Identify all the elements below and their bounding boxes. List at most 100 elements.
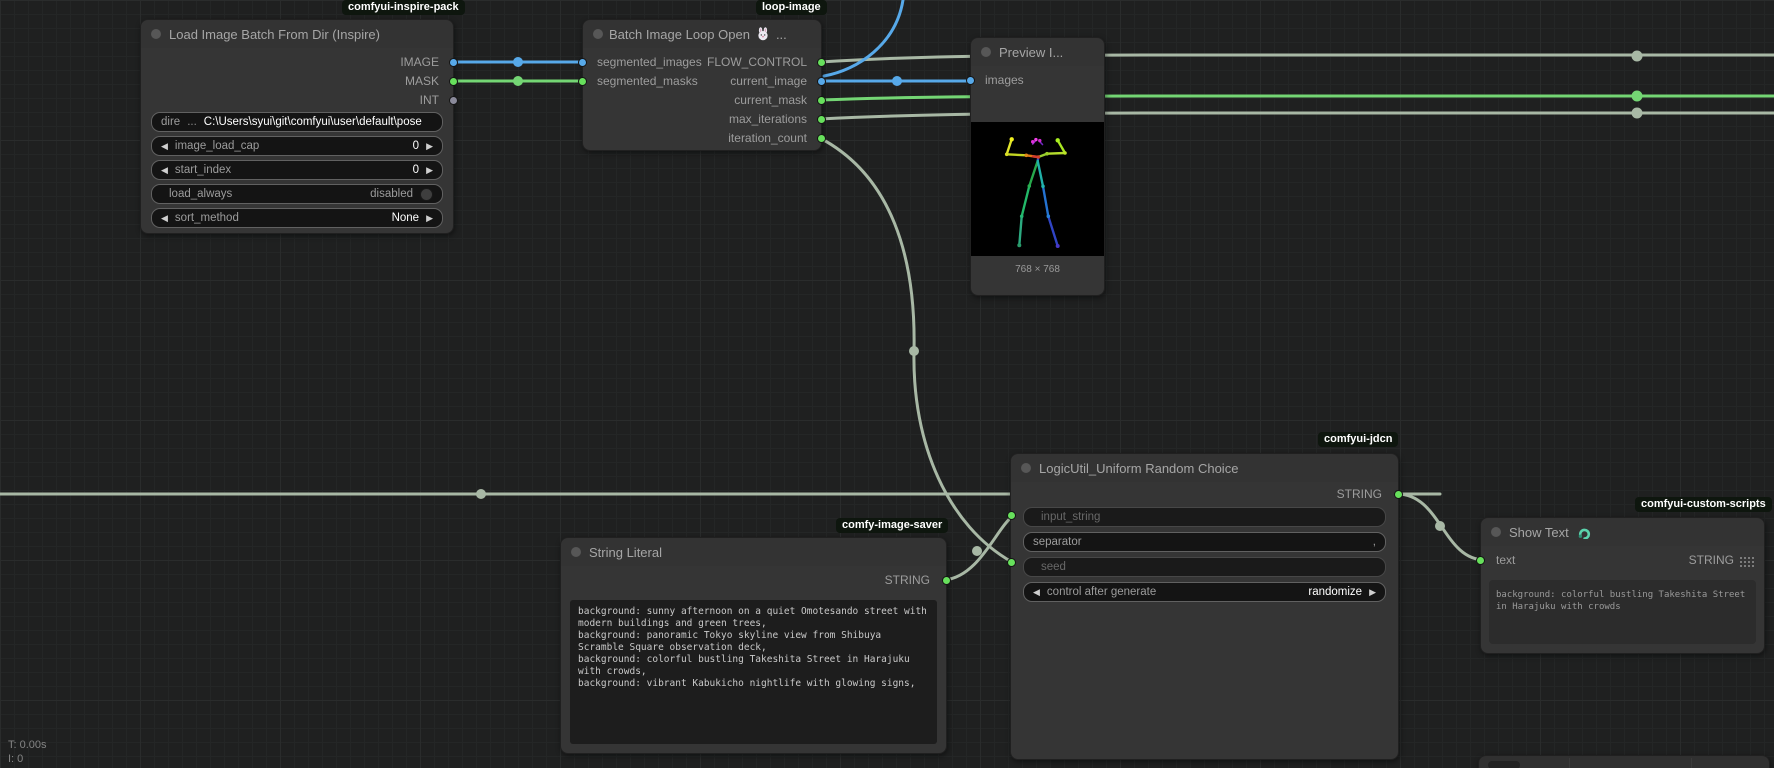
node-preview-image[interactable]: Preview I... images xyxy=(970,37,1105,296)
node-show-text[interactable]: Show Text text STRING background: colorf… xyxy=(1480,517,1765,654)
badge-inspire-pack: comfyui-inspire-pack xyxy=(342,0,465,15)
toggle-icon[interactable] xyxy=(420,188,433,201)
widget-label: load_always xyxy=(169,188,232,200)
decrement-arrow-icon[interactable]: ◀ xyxy=(161,165,168,176)
node-title: String Literal xyxy=(589,545,662,560)
widget-label: seed xyxy=(1041,561,1066,573)
widget-start-index[interactable]: ◀ start_index 0 ▶ xyxy=(151,160,443,180)
collapse-dot-icon[interactable] xyxy=(151,29,161,39)
preview-pose-image xyxy=(971,122,1104,256)
widget-directory[interactable]: dire ... C:\Users\syui\git\comfyui\user\… xyxy=(151,112,443,132)
node-logicutil-random-choice[interactable]: LogicUtil_Uniform Random Choice STRING i… xyxy=(1010,453,1399,760)
output-label-string: STRING xyxy=(885,573,930,587)
node-string-literal[interactable]: String Literal STRING background: sunny … xyxy=(560,537,947,754)
output-slot-string[interactable] xyxy=(942,576,951,585)
node-partial-bottom[interactable] xyxy=(1478,755,1770,768)
input-slot-seed[interactable] xyxy=(1007,558,1016,567)
output-slot-current-image[interactable] xyxy=(817,77,826,86)
widget-label: sort_method xyxy=(175,212,239,224)
collapse-dot-icon[interactable] xyxy=(1491,527,1501,537)
collapse-dot-icon[interactable] xyxy=(593,29,603,39)
show-text-output: background: colorful bustling Takeshita … xyxy=(1489,580,1756,644)
wire-max-iterations xyxy=(820,113,1774,119)
input-slot-input-string[interactable] xyxy=(1007,511,1016,520)
node-titlebar[interactable]: Load Image Batch From Dir (Inspire) xyxy=(141,20,453,48)
output-slot-iteration-count[interactable] xyxy=(817,134,826,143)
node-title: Preview I... xyxy=(999,45,1063,60)
widget-sort-method[interactable]: ◀ sort_method None ▶ xyxy=(151,208,443,228)
widget-label: input_string xyxy=(1041,511,1100,523)
collapse-dot-icon[interactable] xyxy=(1021,463,1031,473)
grid-dots-icon[interactable] xyxy=(1740,555,1754,573)
openpose-skeleton xyxy=(971,122,1104,256)
output-label-image: IMAGE xyxy=(400,55,439,69)
output-label-string: STRING xyxy=(1337,487,1382,501)
prev-arrow-icon[interactable]: ◀ xyxy=(1033,587,1040,598)
widget-value: None xyxy=(392,212,420,224)
output-slot-current-mask[interactable] xyxy=(817,96,826,105)
node-title: Load Image Batch From Dir (Inspire) xyxy=(169,27,380,42)
increment-arrow-icon[interactable]: ▶ xyxy=(426,141,433,152)
divider xyxy=(1691,758,1692,768)
widget-seed[interactable]: seed xyxy=(1023,557,1386,577)
collapse-dot-icon[interactable] xyxy=(571,547,581,557)
node-title: Batch Image Loop Open xyxy=(609,27,750,42)
divider xyxy=(1569,758,1570,768)
widget-value: randomize xyxy=(1308,586,1362,598)
next-arrow-icon[interactable]: ▶ xyxy=(426,213,433,224)
wire-flow-control xyxy=(820,55,1774,62)
input-slot-segmented-images[interactable] xyxy=(578,58,587,67)
widget-label: control after generate xyxy=(1047,586,1156,598)
output-slot-flow-control[interactable] xyxy=(817,58,826,67)
widget-label: dire xyxy=(161,116,180,128)
input-label-text: text xyxy=(1496,553,1515,567)
node-title: Show Text xyxy=(1509,525,1569,540)
input-slot-segmented-masks[interactable] xyxy=(578,77,587,86)
badge-custom-scripts: comfyui-custom-scripts xyxy=(1635,497,1772,512)
input-label-segmented-masks: segmented_masks xyxy=(597,74,698,88)
output-slot-string[interactable] xyxy=(1394,490,1403,499)
node-titlebar[interactable]: Batch Image Loop Open ... xyxy=(583,20,821,48)
widget-image-load-cap[interactable]: ◀ image_load_cap 0 ▶ xyxy=(151,136,443,156)
output-slot-max-iterations[interactable] xyxy=(817,115,826,124)
widget-label: image_load_cap xyxy=(175,140,259,152)
output-label-iteration-count: iteration_count xyxy=(728,131,807,145)
widget-label: start_index xyxy=(175,164,231,176)
decrement-arrow-icon[interactable]: ◀ xyxy=(161,141,168,152)
widget-load-always[interactable]: load_always disabled xyxy=(151,184,443,204)
graph-canvas[interactable]: comfyui-inspire-pack Load Image Batch Fr… xyxy=(0,0,1774,768)
string-literal-textarea[interactable]: background: sunny afternoon on a quiet O… xyxy=(570,600,937,744)
input-label-images: images xyxy=(985,73,1024,87)
wire-current-image-up xyxy=(824,0,903,76)
output-slot-mask[interactable] xyxy=(449,77,458,86)
widget-label: separator xyxy=(1033,536,1082,548)
widget-separator[interactable]: separator , xyxy=(1023,532,1386,552)
widget-value: C:\Users\syui\git\comfyui\user\default\p… xyxy=(204,116,422,128)
input-slot-images[interactable] xyxy=(966,76,975,85)
output-slot-int[interactable] xyxy=(449,96,458,105)
widget-input-string[interactable]: input_string xyxy=(1023,507,1386,527)
output-label-current-mask: current_mask xyxy=(734,93,807,107)
prev-arrow-icon[interactable]: ◀ xyxy=(161,213,168,224)
node-titlebar[interactable]: Show Text xyxy=(1481,518,1764,546)
node-titlebar[interactable]: LogicUtil_Uniform Random Choice xyxy=(1011,454,1398,482)
image-resolution-label: 768 × 768 xyxy=(971,264,1104,275)
output-label-flow-control: FLOW_CONTROL xyxy=(707,55,807,69)
output-slot-image[interactable] xyxy=(449,58,458,67)
increment-arrow-icon[interactable]: ▶ xyxy=(426,165,433,176)
node-batch-image-loop[interactable]: Batch Image Loop Open ... segmented_imag… xyxy=(582,19,822,151)
node-load-image-batch[interactable]: Load Image Batch From Dir (Inspire) IMAG… xyxy=(140,19,454,234)
node-title: LogicUtil_Uniform Random Choice xyxy=(1039,461,1238,476)
output-label-mask: MASK xyxy=(405,74,439,88)
next-arrow-icon[interactable]: ▶ xyxy=(1369,587,1376,598)
widget-value: 0 xyxy=(413,140,419,152)
badge-comfy-image-saver: comfy-image-saver xyxy=(836,518,948,533)
input-slot-text[interactable] xyxy=(1476,556,1485,565)
status-time: T: 0.00s xyxy=(8,738,47,752)
widget-control-after-generate[interactable]: ◀ control after generate randomize ▶ xyxy=(1023,582,1386,602)
input-label-segmented-images: segmented_images xyxy=(597,55,702,69)
wire-current-mask xyxy=(820,96,1774,100)
node-titlebar[interactable]: String Literal xyxy=(561,538,946,566)
collapse-dot-icon[interactable] xyxy=(981,47,991,57)
node-titlebar[interactable]: Preview I... xyxy=(971,38,1104,66)
